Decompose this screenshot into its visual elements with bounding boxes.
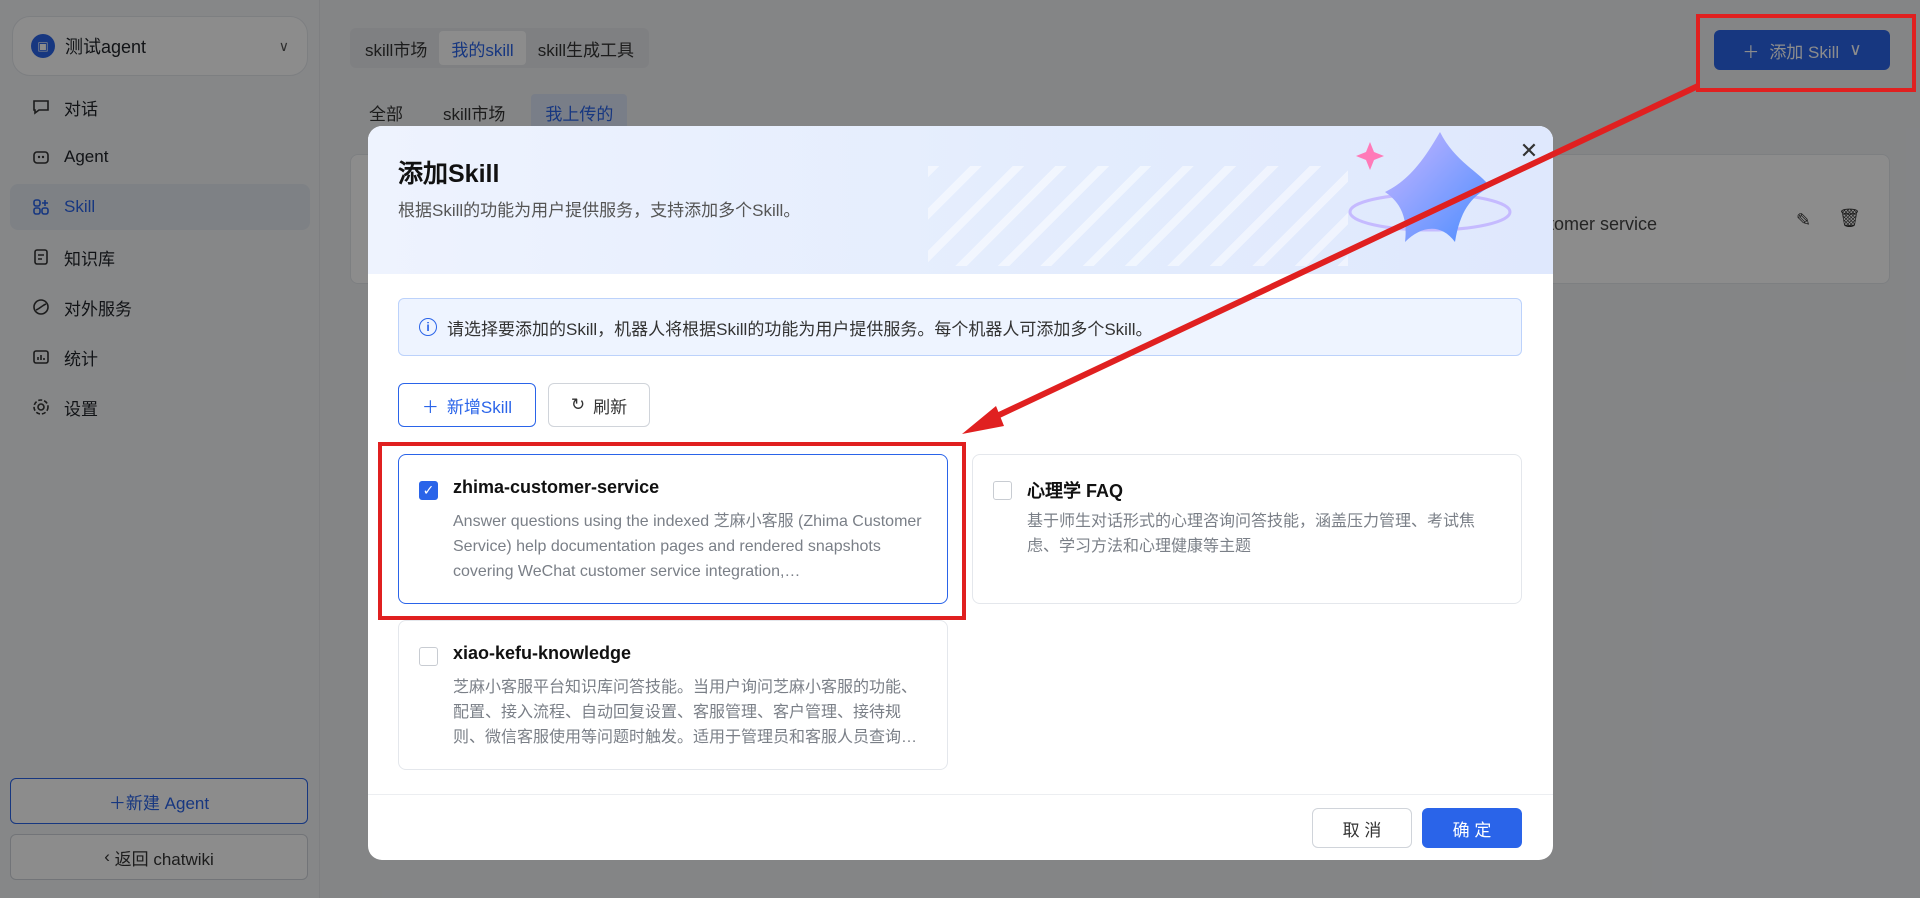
close-icon[interactable]: ✕: [1516, 138, 1542, 164]
star-decoration-icon: [1348, 132, 1512, 242]
skill-card-xiao-kefu[interactable]: xiao-kefu-knowledge 芝麻小客服平台知识库问答技能。当用户询问…: [398, 620, 948, 770]
info-text: 请选择要添加的Skill，机器人将根据Skill的功能为用户提供服务。每个机器人…: [447, 319, 1153, 339]
skill-card-psychology[interactable]: 心理学 FAQ 基于师生对话形式的心理咨询问答技能，涵盖压力管理、考试焦虑、学习…: [972, 454, 1522, 604]
confirm-button[interactable]: 确 定: [1422, 808, 1522, 848]
refresh-label: 刷新: [593, 397, 628, 417]
new-skill-label: 新增Skill: [446, 397, 513, 417]
cancel-button[interactable]: 取 消: [1312, 808, 1412, 848]
info-banner: i 请选择要添加的Skill，机器人将根据Skill的功能为用户提供服务。每个机器…: [398, 298, 1522, 356]
annotation-highlight-selected-card: [378, 442, 966, 620]
refresh-icon: ↻: [570, 395, 586, 414]
new-skill-button[interactable]: ＋ 新增Skill: [398, 383, 536, 427]
card-title: xiao-kefu-knowledge: [453, 643, 632, 663]
card-description: 基于师生对话形式的心理咨询问答技能，涵盖压力管理、考试焦虑、学习方法和心理健康等…: [1027, 513, 1476, 555]
checkbox[interactable]: [993, 481, 1012, 500]
refresh-button[interactable]: ↻ 刷新: [548, 383, 650, 427]
footer-divider: [368, 794, 1553, 795]
card-description: 芝麻小客服平台知识库问答技能。当用户询问芝麻小客服的功能、配置、接入流程、自动回…: [453, 679, 918, 746]
info-icon: i: [419, 318, 437, 336]
plus-icon: ＋: [421, 397, 439, 417]
annotation-highlight-add-skill: [1696, 14, 1916, 92]
modal-subtitle: 根据Skill的功能为用户提供服务，支持添加多个Skill。: [398, 201, 801, 220]
checkbox[interactable]: [419, 647, 438, 666]
modal-title: 添加Skill: [398, 160, 500, 188]
card-title: 心理学 FAQ: [1027, 481, 1124, 501]
